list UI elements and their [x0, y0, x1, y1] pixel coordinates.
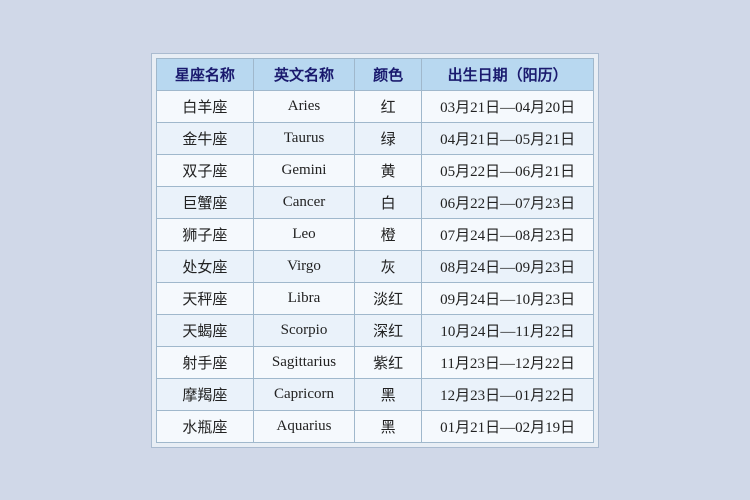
header-zh-name: 星座名称 — [156, 58, 253, 90]
en-name-cell: Leo — [253, 218, 354, 250]
date-cell: 04月21日—05月21日 — [422, 122, 594, 154]
date-cell: 01月21日—02月19日 — [422, 410, 594, 442]
en-name-cell: Sagittarius — [253, 346, 354, 378]
zh-name-cell: 水瓶座 — [156, 410, 253, 442]
date-cell: 06月22日—07月23日 — [422, 186, 594, 218]
table-row: 天蝎座Scorpio深红10月24日—11月22日 — [156, 314, 593, 346]
table-row: 射手座Sagittarius紫红11月23日—12月22日 — [156, 346, 593, 378]
en-name-cell: Virgo — [253, 250, 354, 282]
zh-name-cell: 摩羯座 — [156, 378, 253, 410]
color-cell: 紫红 — [355, 346, 422, 378]
zh-name-cell: 射手座 — [156, 346, 253, 378]
header-color: 颜色 — [355, 58, 422, 90]
date-cell: 10月24日—11月22日 — [422, 314, 594, 346]
zodiac-table-container: 星座名称 英文名称 颜色 出生日期（阳历） 白羊座Aries红03月21日—04… — [151, 53, 599, 448]
table-row: 水瓶座Aquarius黑01月21日—02月19日 — [156, 410, 593, 442]
color-cell: 黑 — [355, 378, 422, 410]
zh-name-cell: 金牛座 — [156, 122, 253, 154]
table-row: 狮子座Leo橙07月24日—08月23日 — [156, 218, 593, 250]
color-cell: 灰 — [355, 250, 422, 282]
color-cell: 深红 — [355, 314, 422, 346]
en-name-cell: Gemini — [253, 154, 354, 186]
zh-name-cell: 狮子座 — [156, 218, 253, 250]
date-cell: 03月21日—04月20日 — [422, 90, 594, 122]
en-name-cell: Scorpio — [253, 314, 354, 346]
color-cell: 绿 — [355, 122, 422, 154]
color-cell: 橙 — [355, 218, 422, 250]
en-name-cell: Libra — [253, 282, 354, 314]
date-cell: 11月23日—12月22日 — [422, 346, 594, 378]
table-row: 处女座Virgo灰08月24日—09月23日 — [156, 250, 593, 282]
en-name-cell: Aries — [253, 90, 354, 122]
header-date-range: 出生日期（阳历） — [422, 58, 594, 90]
zh-name-cell: 双子座 — [156, 154, 253, 186]
table-row: 白羊座Aries红03月21日—04月20日 — [156, 90, 593, 122]
color-cell: 白 — [355, 186, 422, 218]
date-cell: 07月24日—08月23日 — [422, 218, 594, 250]
en-name-cell: Taurus — [253, 122, 354, 154]
table-row: 巨蟹座Cancer白06月22日—07月23日 — [156, 186, 593, 218]
table-header-row: 星座名称 英文名称 颜色 出生日期（阳历） — [156, 58, 593, 90]
date-cell: 05月22日—06月21日 — [422, 154, 594, 186]
color-cell: 黑 — [355, 410, 422, 442]
date-cell: 12月23日—01月22日 — [422, 378, 594, 410]
en-name-cell: Capricorn — [253, 378, 354, 410]
table-row: 金牛座Taurus绿04月21日—05月21日 — [156, 122, 593, 154]
table-row: 摩羯座Capricorn黑12月23日—01月22日 — [156, 378, 593, 410]
color-cell: 红 — [355, 90, 422, 122]
zh-name-cell: 天蝎座 — [156, 314, 253, 346]
en-name-cell: Cancer — [253, 186, 354, 218]
header-en-name: 英文名称 — [253, 58, 354, 90]
zh-name-cell: 巨蟹座 — [156, 186, 253, 218]
zh-name-cell: 天秤座 — [156, 282, 253, 314]
zh-name-cell: 处女座 — [156, 250, 253, 282]
date-cell: 08月24日—09月23日 — [422, 250, 594, 282]
table-row: 天秤座Libra淡红09月24日—10月23日 — [156, 282, 593, 314]
zh-name-cell: 白羊座 — [156, 90, 253, 122]
en-name-cell: Aquarius — [253, 410, 354, 442]
zodiac-table: 星座名称 英文名称 颜色 出生日期（阳历） 白羊座Aries红03月21日—04… — [156, 58, 594, 443]
table-row: 双子座Gemini黄05月22日—06月21日 — [156, 154, 593, 186]
color-cell: 黄 — [355, 154, 422, 186]
color-cell: 淡红 — [355, 282, 422, 314]
date-cell: 09月24日—10月23日 — [422, 282, 594, 314]
